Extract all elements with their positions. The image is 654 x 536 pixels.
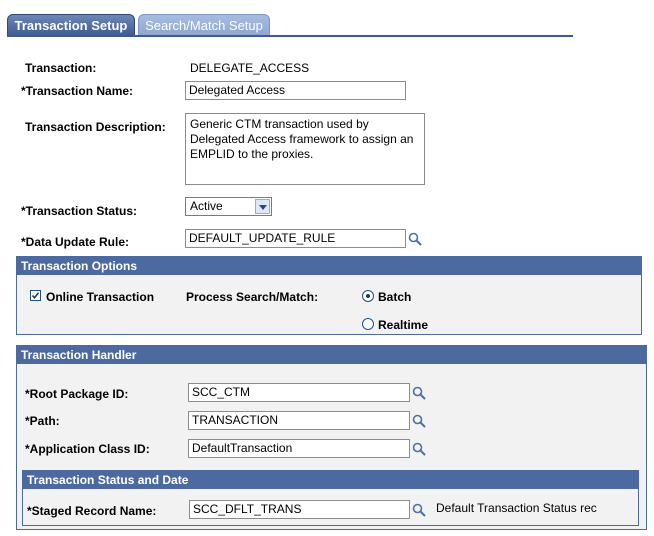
status-and-date-header: Transaction Status and Date (23, 471, 638, 489)
process-search-match-label: Process Search/Match: (186, 290, 319, 304)
application-class-label: *Application Class ID: (25, 442, 150, 456)
transaction-status-value: Active (190, 199, 223, 213)
tab-underline (7, 35, 573, 37)
online-transaction-checkbox[interactable] (30, 290, 41, 301)
transaction-label: Transaction: (25, 61, 97, 75)
lookup-icon[interactable] (412, 503, 426, 517)
transaction-options-header: Transaction Options (17, 257, 641, 275)
realtime-radio[interactable] (362, 318, 374, 330)
transaction-status-label: *Transaction Status: (21, 204, 138, 218)
transaction-description-textarea[interactable]: Generic CTM transaction used by Delegate… (185, 113, 425, 185)
checkmark-icon (31, 292, 40, 300)
online-transaction-label: Online Transaction (46, 290, 155, 304)
transaction-value: DELEGATE_ACCESS (190, 61, 310, 75)
transaction-status-select[interactable]: Active (185, 197, 272, 216)
path-input[interactable]: TRANSACTION (188, 411, 410, 430)
batch-label: Batch (378, 290, 412, 304)
transaction-name-input[interactable]: Delegated Access (185, 81, 406, 100)
staged-record-input[interactable]: SCC_DFLT_TRANS (189, 500, 410, 519)
dropdown-arrow-icon[interactable] (255, 199, 270, 214)
transaction-handler-header: Transaction Handler (17, 346, 646, 364)
lookup-icon[interactable] (412, 442, 426, 456)
transaction-name-label: *Transaction Name: (21, 84, 134, 98)
transaction-description-label: Transaction Description: (25, 120, 166, 134)
staged-record-label: *Staged Record Name: (27, 504, 157, 518)
lookup-icon[interactable] (412, 386, 426, 400)
lookup-icon[interactable] (412, 414, 426, 428)
lookup-icon[interactable] (408, 232, 422, 246)
data-update-rule-label: *Data Update Rule: (21, 235, 130, 249)
path-label: *Path: (25, 414, 60, 428)
realtime-label: Realtime (378, 318, 429, 332)
application-class-input[interactable]: DefaultTransaction (188, 439, 410, 458)
batch-radio[interactable] (362, 290, 374, 302)
root-package-label: *Root Package ID: (25, 387, 129, 401)
root-package-input[interactable]: SCC_CTM (188, 383, 410, 402)
tab-transaction-setup[interactable]: Transaction Setup (7, 14, 135, 36)
tab-search-match-setup[interactable]: Search/Match Setup (138, 14, 270, 36)
staged-record-description: Default Transaction Status rec (436, 501, 597, 515)
data-update-rule-input[interactable]: DEFAULT_UPDATE_RULE (185, 229, 406, 248)
